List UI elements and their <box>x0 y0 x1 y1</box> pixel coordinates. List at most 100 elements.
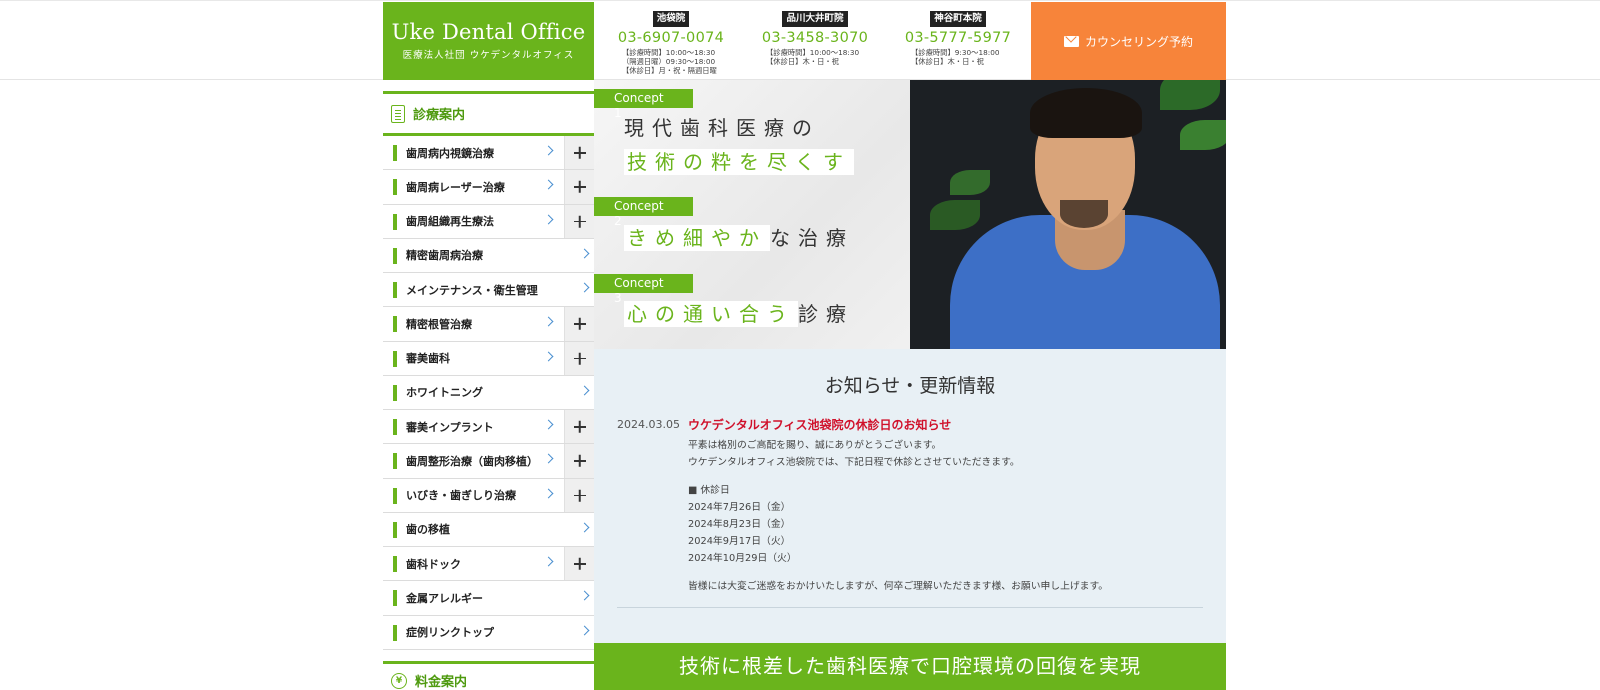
clinic-kamiyacho: 神谷町本院 03-5777-5977 【診療時間】9:30〜18:00 【休診日… <box>883 6 1033 66</box>
sidebar-section-header: 診療案内 <box>383 91 594 136</box>
news-closed-date: 2024年8月23日（金） <box>688 519 791 530</box>
chevron-right-icon <box>579 282 590 293</box>
plus-icon[interactable] <box>564 341 594 375</box>
site-header: Uke Dental Office 医療法人社団 ウケデンタルオフィス 池袋院 … <box>0 0 1600 80</box>
reserve-button-label: カウンセリング予約 <box>1084 34 1193 49</box>
sidebar-section-title: 料金案内 <box>415 675 468 690</box>
chevron-right-icon <box>579 248 590 259</box>
chevron-right-icon <box>579 522 590 533</box>
clinic-hours: 【診療時間】10:00〜18:30 （隔週日曜）09:30〜18:00 【休診日… <box>622 48 717 75</box>
plus-icon[interactable] <box>564 170 594 204</box>
clinic-name-badge: 品川大井町院 <box>782 11 848 27</box>
green-bar-icon <box>393 384 397 401</box>
doctor-photo <box>910 80 1226 349</box>
chevron-right-icon <box>579 385 590 396</box>
sidebar-item[interactable]: 審美歯科 <box>383 341 594 376</box>
green-bar-icon <box>393 282 397 298</box>
sidebar-item[interactable]: 精密根管治療 <box>383 307 594 342</box>
sidebar-item[interactable]: 歯周病レーザー治療 <box>383 170 594 205</box>
sidebar-item[interactable]: 症例リンクトップ <box>383 615 594 650</box>
news-body-text: ウケデンタルオフィス池袋院では、下記日程で休診とさせていただきます。 <box>688 457 1020 468</box>
green-bar-icon <box>393 145 397 161</box>
chevron-right-icon <box>543 453 554 464</box>
sidebar-item[interactable]: 精密歯周病治療 <box>383 238 594 273</box>
clinic-name-badge: 神谷町本院 <box>930 11 986 27</box>
sidebar-item[interactable]: メインテナンス・衛生管理 <box>383 273 594 308</box>
plus-icon[interactable] <box>564 547 594 581</box>
chevron-right-icon <box>543 419 554 430</box>
hero-banner: Concept 1 現代歯科医療の 技術の粋を尽くす Concept 2 きめ細… <box>594 80 1226 349</box>
chevron-right-icon <box>579 590 590 601</box>
news-body-text: 皆様には大変ご迷惑をおかけいたしますが、何卒ご理解いただきます様、お願い申し上げ… <box>688 581 1109 592</box>
plus-icon[interactable] <box>564 410 594 444</box>
news-closed-date: 2024年9月17日（火） <box>688 536 791 547</box>
concept-tag: Concept 2 <box>594 197 693 228</box>
chevron-right-icon <box>543 556 554 567</box>
news-closed-date: 2024年7月26日（金） <box>688 502 791 513</box>
green-bar-icon <box>393 521 397 538</box>
green-bar-icon <box>393 316 397 333</box>
sidebar-section-header-pricing: ¥ 料金案内 <box>383 660 594 690</box>
news-divider <box>617 607 1203 608</box>
yen-icon: ¥ <box>391 672 407 689</box>
site-logo[interactable]: Uke Dental Office 医療法人社団 ウケデンタルオフィス <box>383 2 594 80</box>
chevron-right-icon <box>543 145 554 156</box>
clinic-phone-link[interactable]: 03-5777-5977 <box>883 30 1033 46</box>
green-bar-icon <box>393 350 397 367</box>
green-tagline-banner: 技術に根差した歯科医療で口腔環境の回復を実現 <box>594 643 1226 690</box>
sidebar-section-title: 診療案内 <box>413 108 466 123</box>
clinic-name-badge: 池袋院 <box>652 11 690 27</box>
clinic-hours: 【診療時間】9:30〜18:00 【休診日】木・日・祝 <box>911 48 1000 66</box>
plus-icon[interactable] <box>564 204 594 238</box>
news-headline-link[interactable]: ウケデンタルオフィス池袋院の休診日のお知らせ <box>688 416 951 433</box>
news-closed-label: ■ 休診日 <box>688 485 730 496</box>
green-bar-icon <box>393 624 397 641</box>
plus-icon[interactable] <box>564 478 594 512</box>
news-date: 2024.03.05 <box>617 418 680 431</box>
logo-title: Uke Dental Office <box>391 20 586 44</box>
green-bar-icon <box>393 556 397 572</box>
plus-icon[interactable] <box>564 307 594 341</box>
sidebar-item[interactable]: 金属アレルギー <box>383 581 594 616</box>
concept-text: 技術の粋を尽くす <box>624 146 854 175</box>
chevron-right-icon <box>543 488 554 498</box>
plus-icon[interactable] <box>564 136 594 170</box>
concept-text: きめ細やか な治療 <box>624 222 854 251</box>
news-section-title: お知らせ・更新情報 <box>824 375 996 397</box>
green-bar-icon <box>393 179 397 196</box>
mail-icon <box>1063 35 1079 47</box>
news-body-text: 平素は格別のご高配を賜り、誠にありがとうございます。 <box>688 440 942 451</box>
clinic-hours: 【診療時間】10:00〜18:30 【休診日】木・日・祝 <box>766 48 860 66</box>
logo-subtitle: 医療法人社団 ウケデンタルオフィス <box>402 50 575 61</box>
green-bar-icon <box>393 419 397 435</box>
sidebar-item[interactable]: 歯科ドック <box>383 547 594 582</box>
counseling-reserve-button[interactable]: カウンセリング予約 <box>1031 2 1226 80</box>
sidebar-item[interactable]: 歯周整形治療（歯肉移植） <box>383 444 594 479</box>
chevron-right-icon <box>543 316 554 327</box>
concept-tag: Concept 3 <box>594 274 693 305</box>
sidebar-item[interactable]: 歯の移植 <box>383 512 594 547</box>
green-bar-icon <box>393 487 397 504</box>
green-bar-icon <box>393 453 397 470</box>
clinic-ikebukuro: 池袋院 03-6907-0074 【診療時間】10:00〜18:30 （隔週日曜… <box>596 6 746 75</box>
chevron-right-icon <box>579 625 590 635</box>
sidebar-item[interactable]: 歯周組織再生療法 <box>383 204 594 239</box>
clinic-shinagawa: 品川大井町院 03-3458-3070 【診療時間】10:00〜18:30 【休… <box>740 6 890 66</box>
sidebar-item[interactable]: いびき・歯ぎしり治療 <box>383 478 594 513</box>
green-bar-icon <box>393 247 397 264</box>
green-bar-icon <box>393 590 397 607</box>
clinic-phone-link[interactable]: 03-3458-3070 <box>740 30 890 46</box>
news-section: お知らせ・更新情報 2024.03.05 ウケデンタルオフィス池袋院の休診日のお… <box>594 349 1226 643</box>
clinic-phone-link[interactable]: 03-6907-0074 <box>596 30 746 46</box>
sidebar-nav: 診療案内 歯周病内視鏡治療 歯周病レーザー治療 歯周組織再生療法 精密歯周病治療… <box>383 80 594 690</box>
plus-icon[interactable] <box>564 444 594 478</box>
concept-text: 心の通い合う 診療 <box>624 298 854 327</box>
concept-tag: Concept 1 <box>594 89 693 120</box>
sidebar-item[interactable]: 審美インプラント <box>383 410 594 445</box>
sidebar-item[interactable]: ホワイトニング <box>383 375 594 410</box>
news-closed-date: 2024年10月29日（火） <box>688 553 797 564</box>
chevron-right-icon <box>543 214 554 224</box>
green-bar-icon <box>393 213 397 230</box>
concept-text: 現代歯科医療の <box>624 116 820 140</box>
sidebar-item[interactable]: 歯周病内視鏡治療 <box>383 136 594 171</box>
